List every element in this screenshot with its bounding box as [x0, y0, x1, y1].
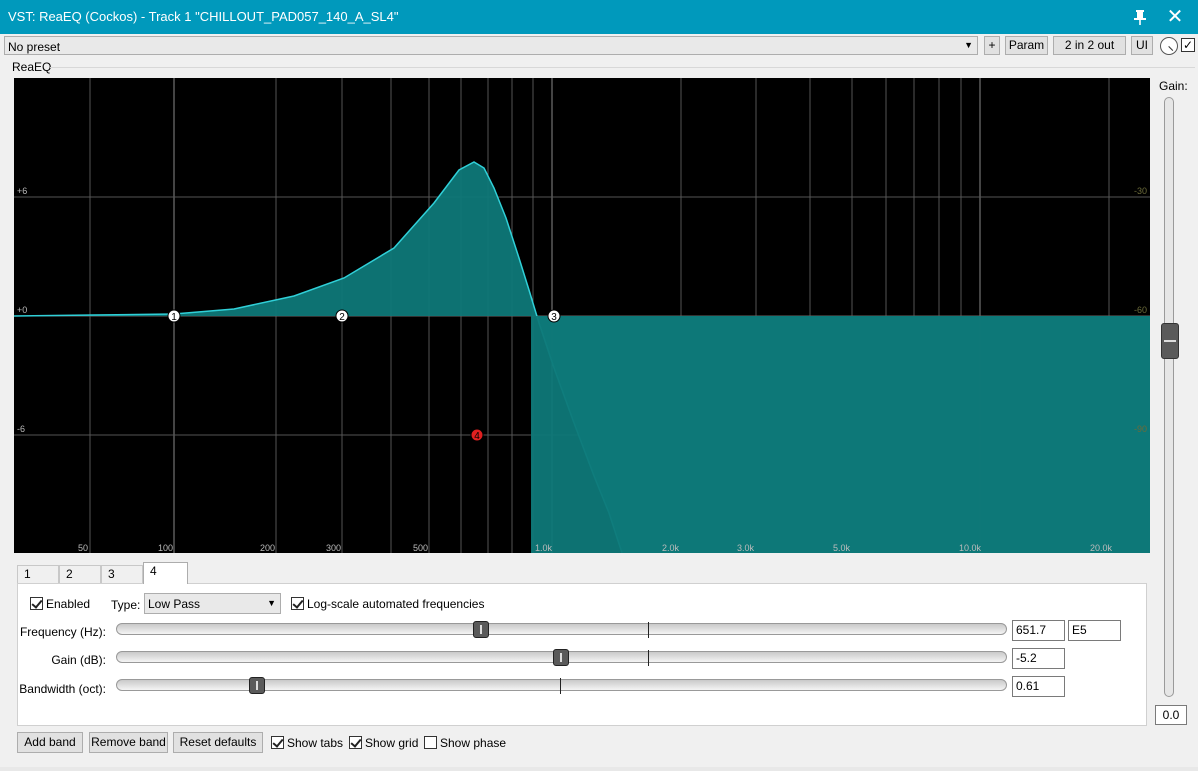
freq-label: 50	[78, 543, 88, 553]
show-tabs-label: Show tabs	[287, 736, 344, 750]
title-bar: VST: ReaEQ (Cockos) - Track 1 "CHILLOUT_…	[0, 0, 1198, 34]
band-node-4[interactable]: 4	[470, 428, 484, 442]
type-label: Type:	[111, 598, 141, 612]
frequency-slider-thumb[interactable]	[473, 621, 489, 638]
db-label: +6	[17, 186, 27, 196]
freq-label: 20.0k	[1090, 543, 1113, 553]
frequency-slider[interactable]	[116, 621, 1007, 638]
filter-type-value: Low Pass	[148, 597, 201, 611]
eq-graph[interactable]: +6 +0 -6 -30 -60 -90 50 100 200 300 500 …	[14, 78, 1150, 553]
preset-dropdown[interactable]: No preset ▼	[4, 36, 978, 55]
show-tabs-checkbox[interactable]	[271, 736, 284, 749]
db-label-right: -30	[1134, 186, 1147, 196]
freq-label: 300	[326, 543, 341, 553]
pin-icon[interactable]	[1130, 7, 1150, 27]
band-gain-slider-thumb[interactable]	[553, 649, 569, 666]
freq-label: 100	[158, 543, 173, 553]
gain-slider-thumb[interactable]	[1161, 323, 1179, 359]
freq-label: 1.0k	[535, 543, 553, 553]
tab-band-1[interactable]: 1	[17, 565, 59, 583]
frequency-value-field[interactable]: 651.7	[1012, 620, 1065, 641]
db-label: -6	[17, 424, 25, 434]
logscale-label: Log-scale automated frequencies	[307, 597, 485, 611]
note-value-field[interactable]: E5	[1068, 620, 1121, 641]
wet-knob-icon[interactable]	[1160, 37, 1178, 55]
band-node-2[interactable]: 2	[335, 309, 349, 323]
db-label: +0	[17, 305, 27, 315]
tab-band-2[interactable]: 2	[59, 565, 101, 583]
window-bottom-edge	[0, 767, 1198, 771]
gain-label: Gain:	[1159, 79, 1188, 93]
band-node-label: 2	[339, 312, 345, 323]
freq-label: 10.0k	[959, 543, 982, 553]
frequency-label: Frequency (Hz):	[19, 625, 106, 639]
bandwidth-label: Bandwidth (oct):	[19, 682, 106, 696]
bandwidth-slider-thumb[interactable]	[249, 677, 265, 694]
slider-center-tick	[648, 650, 649, 666]
db-label-right: -90	[1134, 424, 1147, 434]
filter-type-select[interactable]: Low Pass ▼	[144, 593, 281, 614]
eq-response-curve	[14, 161, 623, 553]
freq-label: 5.0k	[833, 543, 851, 553]
filter-mask	[531, 316, 1150, 553]
group-divider	[50, 67, 1195, 68]
add-preset-button[interactable]: +	[984, 36, 1000, 55]
plugin-name: ReaEQ	[12, 60, 52, 74]
db-label-right: -60	[1134, 305, 1147, 315]
band-gain-slider[interactable]	[116, 649, 1007, 666]
io-button[interactable]: 2 in 2 out	[1053, 36, 1126, 55]
chevron-down-icon: ▼	[964, 40, 973, 50]
gain-slider[interactable]	[1161, 97, 1179, 697]
show-phase-label: Show phase	[440, 736, 507, 750]
preset-value: No preset	[8, 40, 61, 54]
enabled-checkbox[interactable]	[30, 597, 43, 610]
bypass-checkbox[interactable]: ✓	[1181, 38, 1195, 52]
band-node-1[interactable]: 1	[167, 309, 181, 323]
show-grid-checkbox[interactable]	[349, 736, 362, 749]
remove-band-button[interactable]: Remove band	[89, 732, 168, 753]
slider-center-tick	[648, 622, 649, 638]
param-button[interactable]: Param	[1005, 36, 1048, 55]
eq-graph-svg[interactable]: +6 +0 -6 -30 -60 -90 50 100 200 300 500 …	[14, 78, 1150, 553]
freq-label: 3.0k	[737, 543, 755, 553]
bandwidth-value-field[interactable]: 0.61	[1012, 676, 1065, 697]
tab-band-3[interactable]: 3	[101, 565, 143, 583]
add-band-button[interactable]: Add band	[17, 732, 83, 753]
gain-slider-track[interactable]	[1164, 97, 1174, 697]
close-button[interactable]: ✕	[1158, 4, 1192, 30]
freq-label: 2.0k	[662, 543, 680, 553]
freq-label: 200	[260, 543, 275, 553]
show-phase-checkbox[interactable]	[424, 736, 437, 749]
band-node-label: 1	[171, 312, 177, 323]
db-labels-left: +6 +0 -6	[17, 186, 27, 434]
logscale-checkbox[interactable]	[291, 597, 304, 610]
band-gain-label: Gain (dB):	[51, 653, 106, 667]
frequency-slider-track[interactable]	[116, 623, 1007, 635]
band-node-label: 3	[551, 312, 557, 323]
band-node-label: 4	[474, 431, 480, 442]
slider-center-tick	[560, 678, 561, 694]
band-gain-value-field[interactable]: -5.2	[1012, 648, 1065, 669]
gain-value-field[interactable]: 0.0	[1155, 705, 1187, 725]
tab-band-4[interactable]: 4	[143, 562, 188, 584]
bandwidth-slider[interactable]	[116, 677, 1007, 694]
enabled-label: Enabled	[46, 597, 91, 611]
window-title: VST: ReaEQ (Cockos) - Track 1 "CHILLOUT_…	[8, 9, 399, 24]
reset-defaults-button[interactable]: Reset defaults	[173, 732, 263, 753]
freq-label: 500	[413, 543, 428, 553]
show-grid-label: Show grid	[365, 736, 419, 750]
ui-button[interactable]: UI	[1131, 36, 1153, 55]
chevron-down-icon: ▼	[267, 598, 276, 608]
